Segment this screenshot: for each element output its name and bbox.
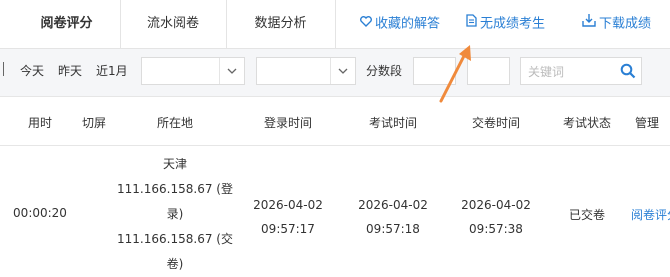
login-time-cell: 2026-04-02 09:57:17 xyxy=(248,193,328,241)
location-line: 111.166.158.67 (交 xyxy=(117,232,233,246)
location-line: 卷) xyxy=(166,257,184,271)
heart-icon xyxy=(360,0,372,48)
keyword-search-box xyxy=(520,57,642,85)
location-cell: 天津 111.166.158.67 (登 录) 111.166.158.67 (… xyxy=(100,152,250,277)
filter-today[interactable]: 今天 xyxy=(20,62,44,79)
location-line: 111.166.158.67 (登 xyxy=(117,182,233,196)
search-icon[interactable] xyxy=(620,63,636,82)
chevron-down-icon xyxy=(330,58,355,84)
column-header: 所在地 xyxy=(156,116,193,130)
download-icon xyxy=(582,0,596,48)
status-cell: 已交卷 xyxy=(568,208,605,222)
tab-divider xyxy=(335,0,336,48)
date-end-select[interactable] xyxy=(256,57,356,85)
annotation-arrow-icon xyxy=(439,45,471,103)
column-header: 切屏 xyxy=(81,116,106,130)
date-text: 2026-04-02 xyxy=(358,198,428,212)
date-text: 2026-04-02 xyxy=(253,198,323,212)
time-text: 09:57:17 xyxy=(261,222,315,236)
date-start-select[interactable] xyxy=(141,57,245,85)
column-header: 登录时间 xyxy=(263,116,312,130)
time-text: 09:57:18 xyxy=(366,222,420,236)
date-text: 2026-04-02 xyxy=(461,198,531,212)
chevron-down-icon xyxy=(219,58,244,84)
keyword-input[interactable] xyxy=(526,59,618,85)
time-text: 09:57:38 xyxy=(469,222,523,236)
location-line: 天津 xyxy=(162,157,187,171)
favorite-answers-button[interactable]: 收藏的解答 xyxy=(360,0,440,48)
submit-time-cell: 2026-04-02 09:57:38 xyxy=(456,193,536,241)
grading-link[interactable]: 阅卷评分 xyxy=(631,206,670,223)
filter-last-month[interactable]: 近1月 xyxy=(96,62,128,79)
location-line: 录) xyxy=(166,207,184,221)
duration-cell: 00:00:20 xyxy=(13,206,67,220)
download-scores-button[interactable]: 下载成绩 xyxy=(582,0,651,48)
score-range-label: 分数段 xyxy=(366,64,403,78)
favorite-answers-label: 收藏的解答 xyxy=(375,16,441,32)
column-header: 考试时间 xyxy=(368,116,417,130)
exam-time-cell: 2026-04-02 09:57:18 xyxy=(353,193,433,241)
download-scores-label: 下载成绩 xyxy=(599,16,652,32)
column-header: 用时 xyxy=(27,116,52,130)
column-header: 交卷时间 xyxy=(471,116,520,130)
tab-grading[interactable]: 阅卷评分 xyxy=(14,0,119,48)
tab-stream-grading[interactable]: 流水阅卷 xyxy=(121,0,225,48)
column-header: 管理 xyxy=(635,116,660,130)
column-header: 考试状态 xyxy=(562,116,611,130)
no-score-candidates-label: 无成绩考生 xyxy=(480,16,546,32)
divider xyxy=(3,62,4,76)
filter-yesterday[interactable]: 昨天 xyxy=(58,62,82,79)
tab-data-analysis[interactable]: 数据分析 xyxy=(227,0,334,48)
